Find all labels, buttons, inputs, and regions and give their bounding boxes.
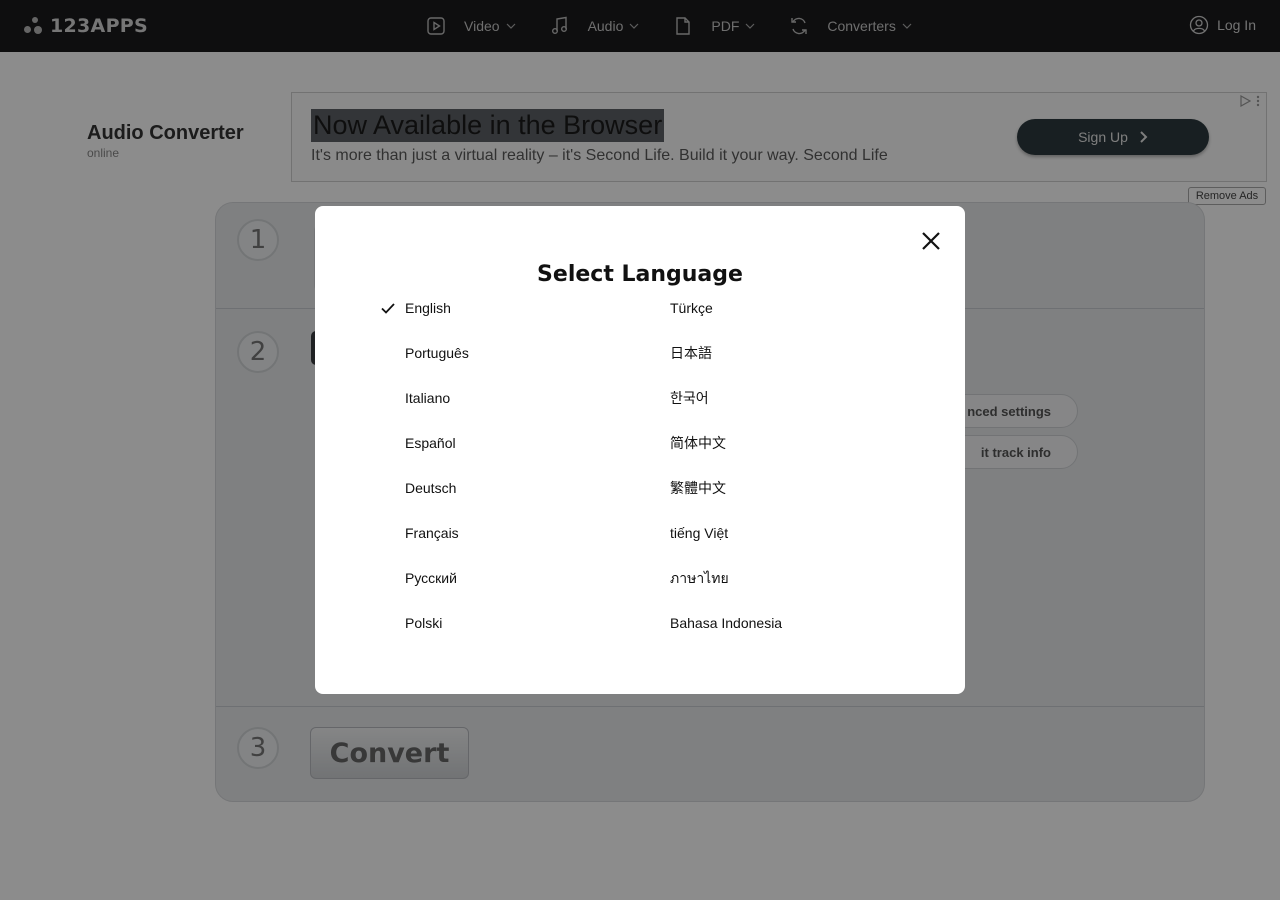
language-modal: Select Language English Português Italia… bbox=[315, 206, 965, 694]
language-label: Italiano bbox=[405, 390, 451, 406]
language-label: Deutsch bbox=[405, 480, 457, 496]
language-option-italian[interactable]: Italiano bbox=[405, 388, 469, 433]
checkmark-icon bbox=[381, 303, 395, 314]
language-label: Français bbox=[405, 525, 459, 541]
language-label: 繁體中文 bbox=[670, 480, 726, 496]
language-option-chinese-simplified[interactable]: 简体中文 bbox=[670, 433, 782, 478]
language-option-polish[interactable]: Polski bbox=[405, 613, 469, 658]
language-label: 日本語 bbox=[670, 345, 712, 361]
language-option-french[interactable]: Français bbox=[405, 523, 469, 568]
language-label: Türkçe bbox=[670, 300, 713, 316]
language-list-right: Türkçe 日本語 한국어 简体中文 繁體中文 tiếng Việt ภาษา… bbox=[670, 298, 782, 658]
language-option-korean[interactable]: 한국어 bbox=[670, 388, 782, 433]
language-option-japanese[interactable]: 日本語 bbox=[670, 343, 782, 388]
language-option-chinese-traditional[interactable]: 繁體中文 bbox=[670, 478, 782, 523]
language-option-spanish[interactable]: Español bbox=[405, 433, 469, 478]
language-label: Português bbox=[405, 345, 469, 361]
language-option-indonesian[interactable]: Bahasa Indonesia bbox=[670, 613, 782, 658]
language-option-turkish[interactable]: Türkçe bbox=[670, 298, 782, 343]
language-list-left: English Português Italiano Español Deuts… bbox=[381, 298, 469, 658]
language-label: English bbox=[405, 300, 451, 316]
language-option-russian[interactable]: Русский bbox=[405, 568, 469, 613]
language-option-english[interactable]: English bbox=[381, 298, 469, 343]
language-option-portuguese[interactable]: Português bbox=[405, 343, 469, 388]
language-label: Polski bbox=[405, 615, 443, 631]
language-option-thai[interactable]: ภาษาไทย bbox=[670, 568, 782, 613]
language-option-vietnamese[interactable]: tiếng Việt bbox=[670, 523, 782, 568]
modal-title: Select Language bbox=[537, 262, 743, 287]
language-label: Русский bbox=[405, 570, 457, 586]
language-label: Bahasa Indonesia bbox=[670, 615, 783, 631]
close-icon[interactable] bbox=[920, 230, 942, 252]
language-label: 한국어 bbox=[670, 390, 709, 406]
language-label: 简体中文 bbox=[670, 435, 726, 451]
language-option-german[interactable]: Deutsch bbox=[405, 478, 469, 523]
language-label: tiếng Việt bbox=[670, 525, 729, 541]
language-label: ภาษาไทย bbox=[670, 570, 729, 586]
language-label: Español bbox=[405, 435, 456, 451]
